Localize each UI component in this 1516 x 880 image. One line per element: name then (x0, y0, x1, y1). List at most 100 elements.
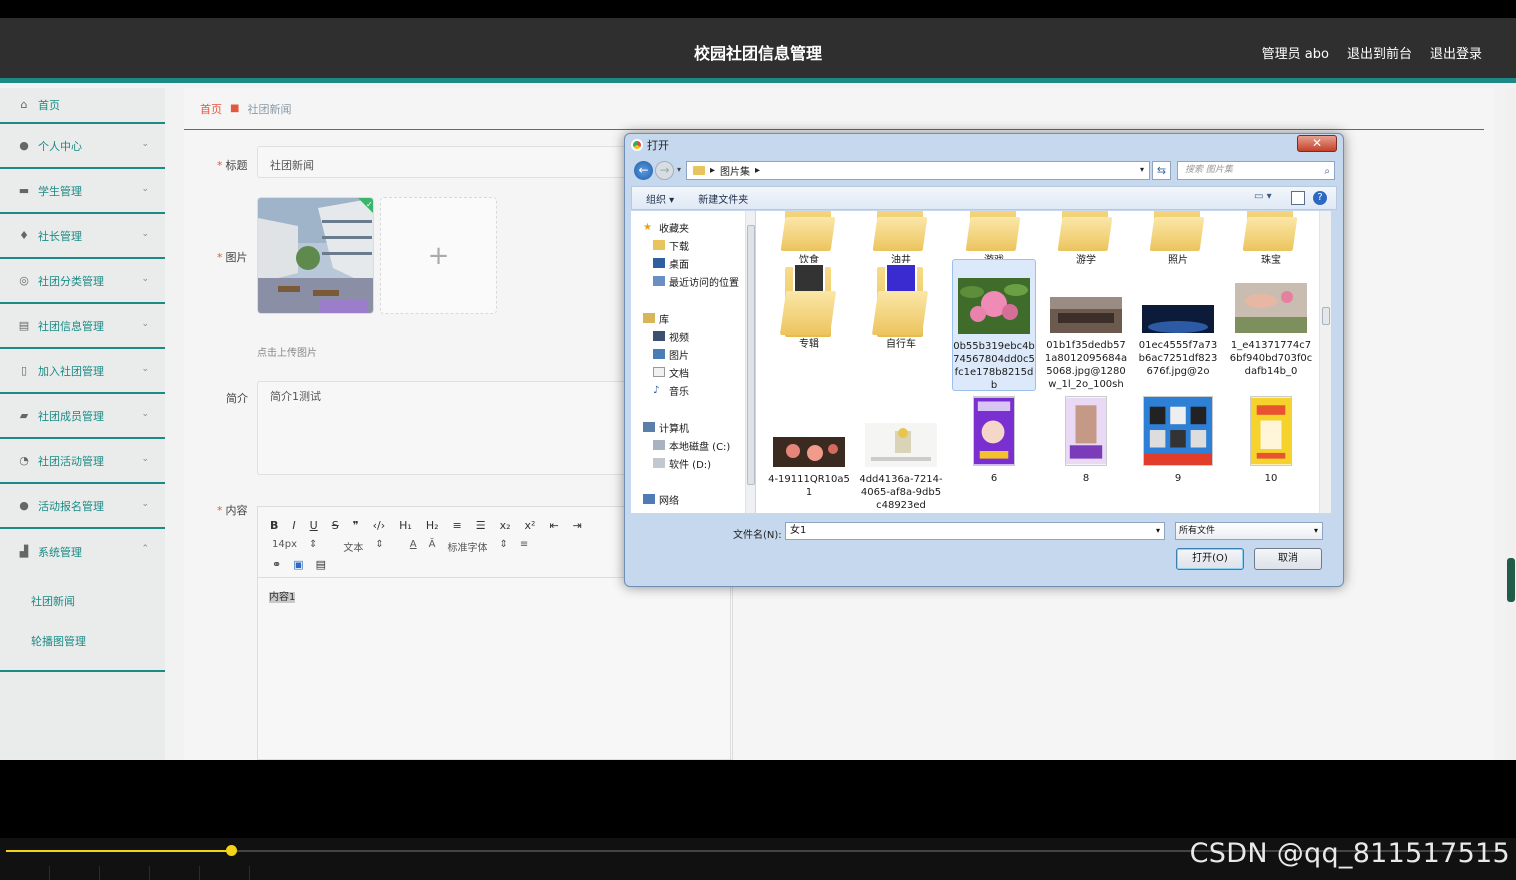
sidebar-item-students[interactable]: ▬ 学生管理 ⌄ (0, 169, 165, 214)
image-file-item[interactable]: 4dd4136a-7214-4065-af8a-9db5c48923ed (859, 423, 943, 512)
nav-pictures[interactable]: 图片 (653, 346, 689, 362)
sidebar-item-home[interactable]: ⌂ 首页 (0, 88, 165, 124)
paragraph-select[interactable]: 文本 (343, 539, 363, 554)
image-file-item-selected[interactable]: 0b55b319ebc4b74567804dd0c5fc1e178b8215db (952, 259, 1036, 391)
sidebar-item-profile[interactable]: ● 个人中心 ⌄ (0, 124, 165, 169)
search-input[interactable]: 搜索 图片集 ⌕ (1177, 161, 1335, 180)
filename-input[interactable]: 女1 ▾ (785, 522, 1165, 540)
scrollbar-thumb[interactable] (1507, 558, 1515, 602)
image-file-item[interactable]: 8 (1044, 396, 1128, 485)
nav-documents[interactable]: 文档 (653, 364, 689, 380)
strikethrough-button[interactable]: S (332, 519, 339, 532)
refresh-button[interactable]: ⇆ (1152, 161, 1171, 180)
superscript-button[interactable]: x² (525, 519, 536, 532)
italic-button[interactable]: I (292, 519, 295, 532)
scrollbar-thumb[interactable] (1322, 307, 1330, 325)
address-segment[interactable]: 图片集 (720, 163, 750, 178)
image-file-item[interactable]: 01ec4555f7a73b6ac7251df823676f.jpg@2o (1136, 305, 1220, 378)
new-folder-button[interactable]: 新建文件夹 (698, 191, 748, 206)
file-list-scrollbar[interactable] (1319, 211, 1331, 513)
sidebar-item-signups[interactable]: ● 活动报名管理 ⌄ (0, 484, 165, 529)
heading2-button[interactable]: H₂ (426, 519, 439, 532)
nav-desktop[interactable]: 桌面 (653, 255, 689, 271)
nav-network[interactable]: 网络 (643, 491, 679, 507)
player-control-slot[interactable] (100, 866, 150, 880)
nav-scrollbar[interactable] (745, 211, 755, 513)
subscript-button[interactable]: x₂ (500, 519, 511, 532)
align-icon[interactable]: ≡ (520, 539, 528, 554)
image-file-item[interactable]: 10 (1229, 396, 1313, 485)
nav-software-disk[interactable]: 软件 (D:) (653, 455, 711, 471)
sidebar-item-categories[interactable]: ◎ 社团分类管理 ⌄ (0, 259, 165, 304)
address-dropdown-icon[interactable]: ▾ (1140, 165, 1144, 174)
forward-button[interactable]: → (655, 161, 674, 180)
address-box[interactable]: ▸ 图片集 ▸ ▾ (686, 161, 1150, 180)
nav-local-disk[interactable]: 本地磁盘 (C:) (653, 437, 730, 453)
video-icon[interactable]: ▤ (316, 558, 326, 571)
cancel-button[interactable]: 取消 (1254, 548, 1322, 570)
open-button[interactable]: 打开(O) (1176, 548, 1244, 570)
folder-item[interactable]: 照片 (1136, 211, 1220, 267)
sidebar-subitem-carousel[interactable]: 轮播图管理 (0, 622, 165, 662)
folder-item[interactable]: 饮食 (767, 211, 851, 267)
sidebar-item-join[interactable]: ▯ 加入社团管理 ⌄ (0, 349, 165, 394)
sidebar-item-system[interactable]: ▟ 系统管理 ⌃ (0, 529, 165, 574)
nav-libraries[interactable]: 库 (643, 310, 669, 326)
ordered-list-button[interactable]: ≡ (453, 519, 462, 532)
player-control-slot[interactable] (200, 866, 250, 880)
player-control-slot[interactable] (0, 866, 50, 880)
bullet-list-button[interactable]: ☰ (476, 519, 486, 532)
indent-button[interactable]: ⇥ (573, 519, 582, 532)
folder-item[interactable]: 珠宝 (1229, 211, 1313, 267)
nav-favorites[interactable]: ★ 收藏夹 (643, 219, 689, 235)
change-view-icon[interactable]: ▭ ▾ (1254, 191, 1280, 205)
folder-item[interactable]: 油井 (859, 211, 943, 267)
blockquote-button[interactable]: ❞ (353, 519, 359, 532)
uploaded-image-thumbnail[interactable]: ✓ (257, 197, 374, 314)
player-control-slot[interactable] (50, 866, 100, 880)
recent-pages-dropdown-icon[interactable]: ▾ (677, 165, 681, 174)
sidebar-item-members[interactable]: ▰ 社团成员管理 ⌄ (0, 394, 165, 439)
close-button[interactable]: ✕ (1297, 135, 1337, 152)
nav-videos[interactable]: 视频 (653, 328, 689, 344)
breadcrumb-home[interactable]: 首页 (200, 101, 222, 117)
folder-item[interactable]: 专辑 (767, 261, 851, 351)
organize-button[interactable]: 组织 ▾ (646, 191, 674, 206)
outdent-button[interactable]: ⇤ (549, 519, 558, 532)
scrollbar-thumb[interactable] (747, 225, 755, 485)
code-block-button[interactable]: ‹/› (373, 519, 386, 532)
help-icon[interactable]: ? (1313, 191, 1327, 205)
back-button[interactable]: ← (634, 161, 653, 180)
font-size-select[interactable]: 14px (272, 539, 297, 554)
folder-item[interactable]: 自行车 (859, 261, 943, 351)
player-control-slot[interactable] (150, 866, 200, 880)
nav-downloads[interactable]: 下载 (653, 237, 689, 253)
image-file-item[interactable]: 01b1f35dedb571a8012095684a5068.jpg@1280w… (1044, 297, 1128, 391)
page-scrollbar[interactable] (1506, 88, 1516, 760)
seek-handle[interactable] (226, 845, 237, 856)
image-file-item[interactable]: 9 (1136, 396, 1220, 485)
background-color-icon[interactable]: Ā (429, 539, 436, 554)
image-icon[interactable]: ▣ (293, 558, 303, 571)
dropdown-arrow-icon[interactable]: ▾ (1156, 523, 1160, 539)
nav-computer[interactable]: 计算机 (643, 419, 689, 435)
add-image-button[interactable]: + (380, 197, 497, 314)
link-icon[interactable]: ⚭ (272, 558, 281, 571)
bold-button[interactable]: B (270, 519, 278, 532)
sidebar-item-club-info[interactable]: ▤ 社团信息管理 ⌄ (0, 304, 165, 349)
preview-pane-icon[interactable] (1291, 191, 1305, 205)
sidebar-item-activities[interactable]: ◔ 社团活动管理 ⌄ (0, 439, 165, 484)
folder-item[interactable]: 游学 (1044, 211, 1128, 267)
nav-music[interactable]: ♪ 音乐 (653, 382, 689, 398)
sidebar-item-presidents[interactable]: ♦ 社长管理 ⌄ (0, 214, 165, 259)
nav-recent[interactable]: 最近访问的位置 (653, 273, 739, 289)
sidebar-subitem-club-news[interactable]: 社团新闻 (0, 582, 165, 622)
image-file-item[interactable]: 1_e41371774c76bf940bd703f0cdafb14b_0 (1229, 283, 1313, 378)
heading1-button[interactable]: H₁ (399, 519, 412, 532)
underline-button[interactable]: U (310, 519, 318, 532)
exit-to-frontend-link[interactable]: 退出到前台 (1347, 43, 1412, 62)
image-file-item[interactable]: 4-19111QR10a51 (767, 437, 851, 499)
filetype-select[interactable]: 所有文件 ▾ (1175, 522, 1323, 540)
admin-user-link[interactable]: 管理员 abo (1262, 43, 1329, 62)
image-file-item[interactable]: 6 (952, 396, 1036, 485)
